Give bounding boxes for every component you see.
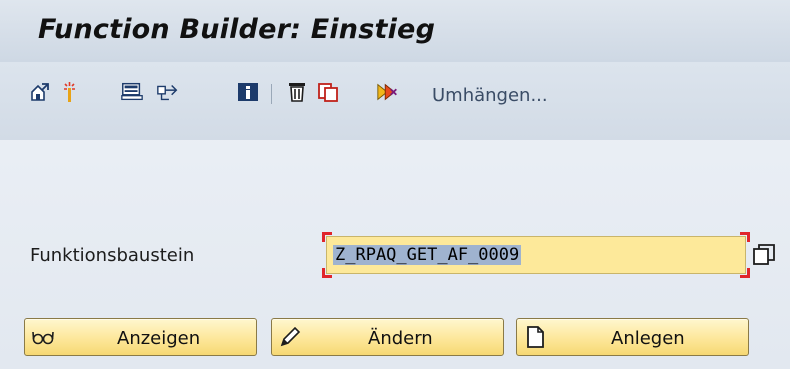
display-button[interactable]: Anzeigen	[24, 318, 257, 356]
where-used-icon[interactable]	[156, 80, 180, 104]
test-icon[interactable]	[120, 80, 144, 104]
reassign-button[interactable]: Umhängen...	[432, 85, 548, 106]
info-icon[interactable]	[236, 80, 260, 104]
pencil-icon	[278, 325, 302, 349]
value-help-icon[interactable]	[752, 243, 776, 267]
change-button[interactable]: Ändern	[271, 318, 504, 356]
change-button-label: Ändern	[368, 328, 433, 349]
delete-icon[interactable]	[285, 80, 309, 104]
function-module-field-wrapper: Z_RPAQ_GET_AF_0009	[322, 232, 750, 278]
page-title: Function Builder: Einstieg	[38, 14, 436, 45]
glasses-icon	[31, 325, 55, 349]
activate-icon[interactable]	[58, 80, 82, 104]
toolbar-separator	[271, 84, 272, 104]
function-module-value: Z_RPAQ_GET_AF_0009	[333, 245, 522, 265]
display-button-label: Anzeigen	[117, 328, 201, 349]
rename-icon[interactable]	[376, 80, 400, 104]
other-object-icon[interactable]	[28, 80, 52, 104]
create-button-label: Anlegen	[611, 328, 685, 349]
function-module-input[interactable]: Z_RPAQ_GET_AF_0009	[326, 236, 746, 274]
function-module-label: Funktionsbaustein	[30, 245, 195, 266]
new-document-icon	[523, 325, 547, 349]
copy-icon[interactable]	[316, 80, 340, 104]
create-button[interactable]: Anlegen	[516, 318, 749, 356]
